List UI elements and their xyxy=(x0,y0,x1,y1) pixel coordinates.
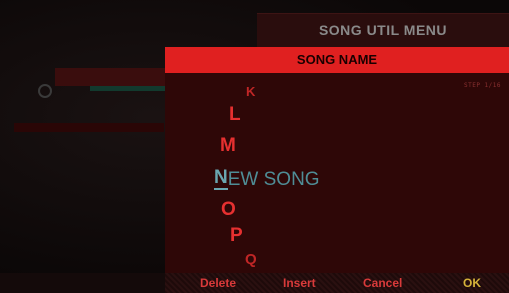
function-bar: Delete Insert Cancel OK xyxy=(165,273,509,293)
song-name-dialog: SONG NAME STEP 1/16 xyxy=(165,47,509,273)
char-option-o[interactable]: O xyxy=(221,199,236,221)
char-option-p[interactable]: P xyxy=(230,225,243,247)
step-indicator: STEP 1/16 xyxy=(463,82,501,89)
char-option-m[interactable]: M xyxy=(220,135,236,157)
list-item xyxy=(14,201,164,210)
list-item xyxy=(14,245,164,254)
char-option-q[interactable]: Q xyxy=(245,251,257,268)
list-item xyxy=(14,168,164,177)
song-util-menu: SONG UTIL MENU xyxy=(257,13,509,48)
ok-button[interactable]: OK xyxy=(463,273,481,293)
dialog-header: SONG NAME xyxy=(165,47,509,73)
dialog-title: SONG NAME xyxy=(296,52,378,67)
list-item xyxy=(14,223,164,232)
background-progress-bar xyxy=(90,86,170,91)
list-item xyxy=(14,256,164,265)
background-gear-icon xyxy=(38,84,52,98)
background-footer xyxy=(0,273,165,293)
list-item xyxy=(14,212,164,221)
name-text: EW SONG xyxy=(227,169,320,190)
cancel-button[interactable]: Cancel xyxy=(363,273,402,293)
list-item xyxy=(14,135,164,144)
char-option-k[interactable]: K xyxy=(246,84,255,99)
insert-button[interactable]: Insert xyxy=(283,273,316,293)
list-item xyxy=(14,157,164,166)
list-item xyxy=(14,123,164,132)
song-util-menu-title: SONG UTIL MENU xyxy=(318,22,448,38)
delete-button[interactable]: Delete xyxy=(200,273,236,293)
list-item xyxy=(14,179,164,188)
screen: SONG UTIL MENU SONG NAME STEP 1/16 K L M… xyxy=(0,0,509,293)
list-item xyxy=(14,190,164,199)
char-option-l[interactable]: L xyxy=(229,104,241,126)
list-item xyxy=(14,146,164,155)
list-item xyxy=(14,234,164,243)
background-song-list xyxy=(0,115,170,293)
name-cursor-char[interactable]: N xyxy=(214,168,228,190)
song-name-field[interactable]: N EW SONG xyxy=(214,166,320,190)
